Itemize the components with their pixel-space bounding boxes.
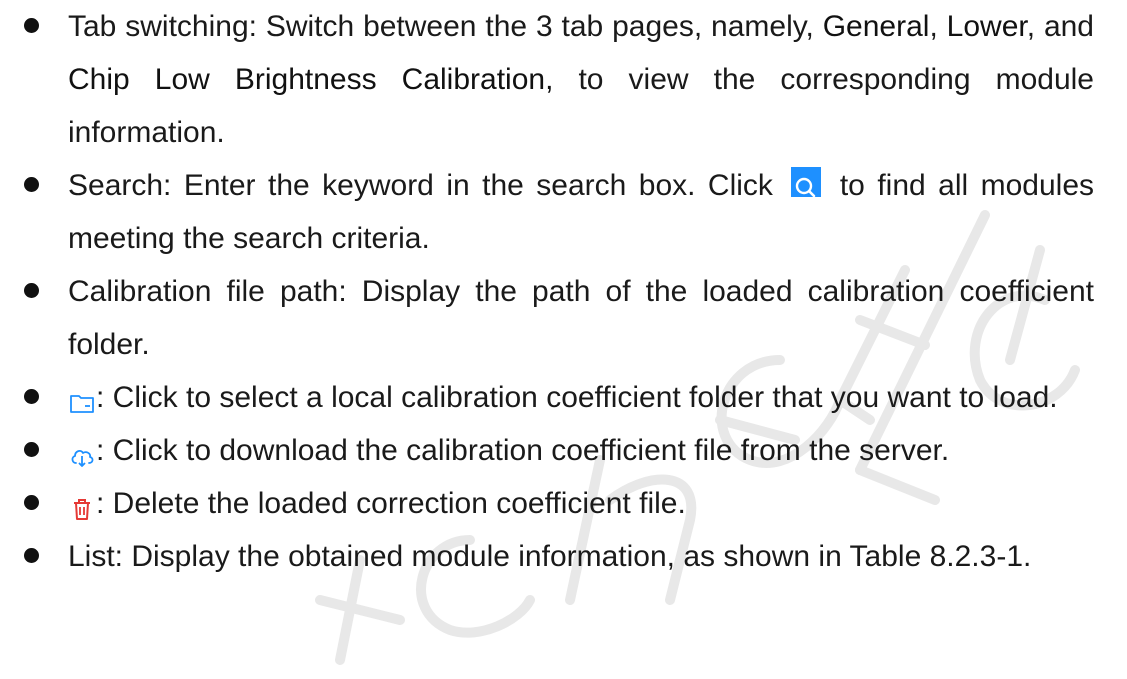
bullet-icon xyxy=(24,283,39,298)
bullet-icon xyxy=(24,442,39,457)
item-text: : Click to select a local calibration co… xyxy=(96,381,1058,414)
search-icon xyxy=(791,167,822,198)
list-item-select-folder: : Click to select a local calibration co… xyxy=(24,371,1094,424)
item-text: List: Display the obtained module inform… xyxy=(68,540,1032,573)
bullet-icon xyxy=(24,18,39,33)
item-text: Search: Enter the keyword in the search … xyxy=(68,169,773,202)
item-text: Calibration file path: Display the path … xyxy=(68,275,1094,361)
item-text: , xyxy=(929,10,947,43)
list-item-delete: : Delete the loaded correction coefficie… xyxy=(24,477,1094,530)
item-text: : Delete the loaded correction coefficie… xyxy=(96,487,686,520)
list-item-search: Search: Enter the keyword in the search … xyxy=(24,159,1094,265)
bullet-icon xyxy=(24,548,39,563)
tab-lower-label: Lower xyxy=(946,10,1027,43)
trash-icon xyxy=(68,487,96,521)
feature-list: Tab switching: Switch between the 3 tab … xyxy=(24,0,1094,583)
cloud-download-icon xyxy=(68,434,96,467)
item-text: , and xyxy=(1026,10,1094,43)
bullet-icon xyxy=(24,177,39,192)
bullet-icon xyxy=(24,389,39,404)
list-item-calibration-file-path: Calibration file path: Display the path … xyxy=(24,265,1094,371)
folder-icon xyxy=(68,381,96,413)
tab-chip-low-brightness-label: Chip Low Brightness Calibration, xyxy=(68,63,554,96)
list-item-list: List: Display the obtained module inform… xyxy=(24,530,1094,583)
item-text: Tab switching: Switch between the 3 tab … xyxy=(68,10,823,43)
list-item-tab-switching: Tab switching: Switch between the 3 tab … xyxy=(24,0,1094,159)
list-item-download: : Click to download the calibration coef… xyxy=(24,424,1094,477)
tab-general-label: General xyxy=(822,10,930,43)
item-text: : Click to download the calibration coef… xyxy=(96,434,950,467)
bullet-icon xyxy=(24,495,39,510)
